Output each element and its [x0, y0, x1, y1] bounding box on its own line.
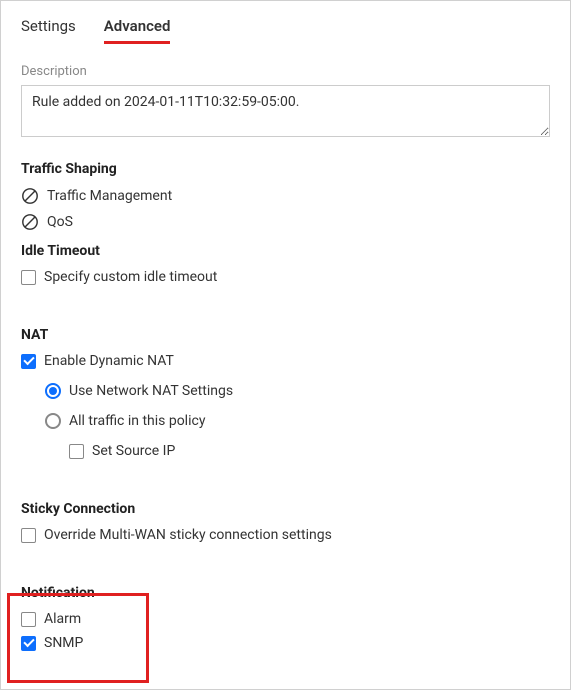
use-network-nat-label: Use Network NAT Settings	[69, 383, 233, 399]
prohibit-icon	[21, 213, 39, 231]
snmp-checkbox[interactable]	[21, 636, 36, 651]
use-network-nat-row[interactable]: Use Network NAT Settings	[45, 383, 550, 399]
tab-settings[interactable]: Settings	[21, 17, 76, 44]
qos-label: QoS	[47, 214, 73, 230]
alarm-checkbox[interactable]	[21, 612, 36, 627]
set-source-ip-label: Set Source IP	[92, 443, 175, 459]
all-traffic-radio[interactable]	[45, 413, 61, 429]
qos-row[interactable]: QoS	[21, 213, 550, 231]
enable-dynamic-nat-checkbox[interactable]	[21, 354, 36, 369]
override-sticky-row[interactable]: Override Multi-WAN sticky connection set…	[21, 527, 550, 543]
traffic-shaping-heading: Traffic Shaping	[21, 161, 550, 177]
set-source-ip-checkbox[interactable]	[69, 444, 84, 459]
specify-idle-label: Specify custom idle timeout	[44, 269, 217, 285]
set-source-ip-row[interactable]: Set Source IP	[69, 443, 550, 459]
snmp-row[interactable]: SNMP	[21, 635, 550, 651]
enable-dynamic-nat-label: Enable Dynamic NAT	[44, 353, 174, 369]
traffic-management-row[interactable]: Traffic Management	[21, 187, 550, 205]
sticky-connection-heading: Sticky Connection	[21, 501, 550, 517]
description-textarea[interactable]	[21, 85, 550, 137]
nat-heading: NAT	[21, 327, 550, 343]
alarm-row[interactable]: Alarm	[21, 611, 550, 627]
use-network-nat-radio[interactable]	[45, 383, 61, 399]
override-sticky-label: Override Multi-WAN sticky connection set…	[44, 527, 332, 543]
idle-timeout-row[interactable]: Specify custom idle timeout	[21, 269, 550, 285]
enable-dynamic-nat-row[interactable]: Enable Dynamic NAT	[21, 353, 550, 369]
specify-idle-checkbox[interactable]	[21, 270, 36, 285]
idle-timeout-heading: Idle Timeout	[21, 243, 550, 259]
override-sticky-checkbox[interactable]	[21, 528, 36, 543]
snmp-label: SNMP	[44, 635, 83, 651]
notification-heading: Notification	[21, 585, 550, 601]
traffic-management-label: Traffic Management	[47, 188, 172, 204]
alarm-label: Alarm	[44, 611, 81, 627]
prohibit-icon	[21, 187, 39, 205]
all-traffic-label: All traffic in this policy	[69, 413, 205, 429]
all-traffic-row[interactable]: All traffic in this policy	[45, 413, 550, 429]
tab-advanced[interactable]: Advanced	[104, 17, 171, 44]
tab-bar: Settings Advanced	[21, 1, 550, 44]
description-label: Description	[21, 64, 550, 79]
